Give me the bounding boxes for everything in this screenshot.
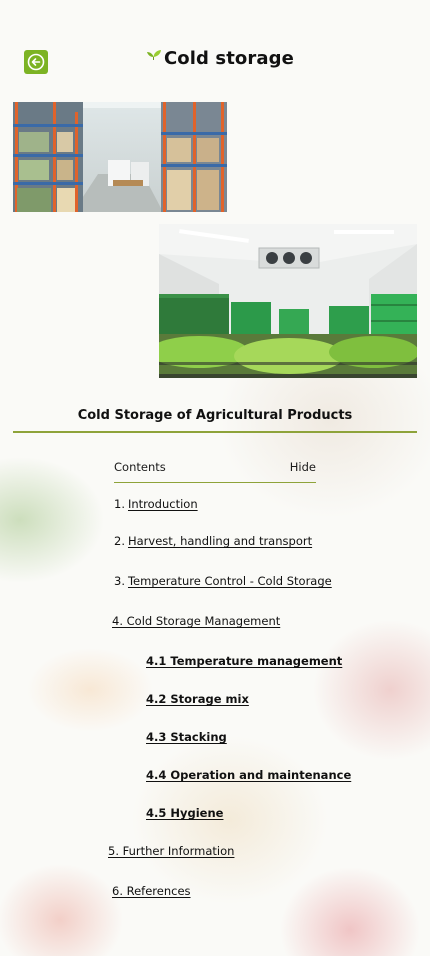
toc-link-further-information[interactable]: 5. Further Information <box>108 844 234 858</box>
toc-link-harvest[interactable]: Harvest, handling and transport <box>128 534 312 548</box>
toc-link-introduction[interactable]: Introduction <box>128 497 198 511</box>
toc-link-temperature-control[interactable]: Temperature Control - Cold Storage <box>128 574 332 588</box>
toc-item-number: 2. <box>114 534 125 548</box>
toc-item-references: 6. References <box>112 884 191 898</box>
toc-item-cold-storage-management: 4. Cold Storage Management <box>112 614 280 628</box>
top-bar: Cold storage <box>0 0 430 100</box>
toc-item-temperature-control: 3. Temperature Control - Cold Storage <box>114 574 332 588</box>
toc-link-references[interactable]: 6. References <box>112 884 191 898</box>
toc-header: Contents Hide <box>114 460 316 483</box>
toc-item-number: 1. <box>114 497 125 511</box>
toc-link-stacking[interactable]: 4.3 Stacking <box>146 730 227 744</box>
article-heading: Cold Storage of Agricultural Products <box>77 408 353 423</box>
toc-item-number: 3. <box>114 574 125 588</box>
back-button[interactable] <box>24 50 48 74</box>
toc-contents-label: Contents <box>114 460 166 474</box>
arrow-left-icon <box>27 53 45 71</box>
toc-item-temperature-management: 4.1 Temperature management <box>146 654 342 668</box>
toc-hide-button[interactable]: Hide <box>290 460 316 474</box>
toc-link-cold-storage-management[interactable]: 4. Cold Storage Management <box>112 614 280 628</box>
toc-item-further-information: 5. Further Information <box>108 844 234 858</box>
leaf-icon <box>147 49 161 60</box>
toc-link-temperature-management[interactable]: 4.1 Temperature management <box>146 654 342 668</box>
toc-item-storage-mix: 4.2 Storage mix <box>146 692 249 706</box>
title-wrap: Cold storage <box>145 48 294 69</box>
warehouse-shelves-photo <box>13 102 227 212</box>
toc-item-stacking: 4.3 Stacking <box>146 730 227 744</box>
toc-link-storage-mix[interactable]: 4.2 Storage mix <box>146 692 249 706</box>
page-title: Cold storage <box>164 48 294 69</box>
toc-item-hygiene: 4.5 Hygiene <box>146 806 223 820</box>
toc-link-hygiene[interactable]: 4.5 Hygiene <box>146 806 223 820</box>
toc-link-operation-maintenance[interactable]: 4.4 Operation and maintenance <box>146 768 351 782</box>
toc-item-harvest: 2. Harvest, handling and transport <box>114 534 312 548</box>
toc-item-introduction: 1. Introduction <box>114 497 198 511</box>
toc-item-operation-maintenance: 4.4 Operation and maintenance <box>146 768 351 782</box>
heading-divider <box>13 431 417 433</box>
cold-room-crates-photo <box>159 224 417 378</box>
